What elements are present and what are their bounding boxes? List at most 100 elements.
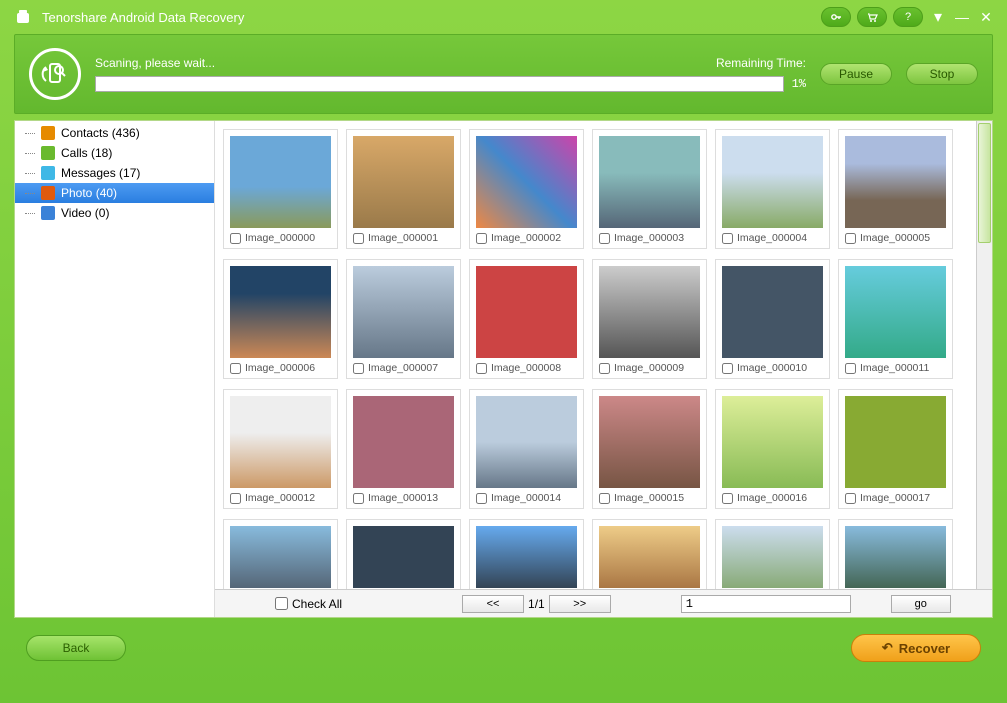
- check-all[interactable]: Check All: [275, 597, 342, 611]
- thumbnail-image: [599, 266, 700, 358]
- thumbnail[interactable]: Image_000010: [715, 259, 830, 379]
- stop-button[interactable]: Stop: [906, 63, 978, 85]
- thumbnail[interactable]: Image_000004: [715, 129, 830, 249]
- sidebar-item-calls[interactable]: Calls (18): [15, 143, 214, 163]
- thumbnail-name: Image_000008: [491, 362, 561, 374]
- help-button[interactable]: ?: [893, 7, 923, 27]
- thumbnail-name: Image_000001: [368, 232, 438, 244]
- thumbnail[interactable]: Image_000008: [469, 259, 584, 379]
- thumbnail[interactable]: Image_000009: [592, 259, 707, 379]
- thumbnail[interactable]: Image_000011: [838, 259, 953, 379]
- sidebar-item-contacts[interactable]: Contacts (436): [15, 123, 214, 143]
- thumbnail-image: [845, 136, 946, 228]
- titlebar: Tenorshare Android Data Recovery ? ▾ — ✕: [0, 0, 1007, 34]
- thumbnail[interactable]: [838, 519, 953, 589]
- check-all-label: Check All: [292, 597, 342, 611]
- thumbnail[interactable]: Image_000012: [223, 389, 338, 509]
- thumbnail-checkbox[interactable]: [722, 363, 733, 374]
- thumbnail-name: Image_000000: [245, 232, 315, 244]
- minimize-button[interactable]: —: [953, 8, 971, 26]
- thumbnail-checkbox[interactable]: [476, 233, 487, 244]
- thumbnail-name: Image_000005: [860, 232, 930, 244]
- thumbnail[interactable]: Image_000016: [715, 389, 830, 509]
- thumbnail-checkbox[interactable]: [599, 233, 610, 244]
- sidebar-item-photo[interactable]: Photo (40): [15, 183, 214, 203]
- thumbnail[interactable]: [592, 519, 707, 589]
- thumbnail-grid: Image_000000Image_000001Image_000002Imag…: [223, 129, 984, 509]
- thumbnail[interactable]: Image_000003: [592, 129, 707, 249]
- thumbnail-checkbox[interactable]: [599, 363, 610, 374]
- thumbnail-checkbox[interactable]: [722, 233, 733, 244]
- thumbnail[interactable]: Image_000006: [223, 259, 338, 379]
- thumbnail-name: Image_000013: [368, 492, 438, 504]
- sidebar: Contacts (436) Calls (18)Messages (17)Pho…: [15, 121, 215, 617]
- thumbnail[interactable]: Image_000007: [346, 259, 461, 379]
- thumbnail-checkbox[interactable]: [722, 493, 733, 504]
- thumbnail-checkbox[interactable]: [230, 233, 241, 244]
- progress-percent: 1%: [792, 77, 806, 91]
- thumbnail-image: [230, 396, 331, 488]
- thumbnail-image: [722, 396, 823, 488]
- back-button[interactable]: Back: [26, 635, 126, 661]
- thumbnail[interactable]: Image_000013: [346, 389, 461, 509]
- thumbnail-checkbox[interactable]: [353, 233, 364, 244]
- scrollbar[interactable]: [976, 121, 992, 589]
- sidebar-item-label: Contacts (436): [61, 126, 140, 140]
- thumbnail-checkbox[interactable]: [845, 233, 856, 244]
- thumbnail-checkbox[interactable]: [353, 363, 364, 374]
- thumbnail[interactable]: Image_000014: [469, 389, 584, 509]
- prev-page-button[interactable]: <<: [462, 595, 524, 613]
- thumbnail-image: [599, 526, 700, 588]
- app-title: Tenorshare Android Data Recovery: [42, 10, 821, 25]
- thumbnail[interactable]: [346, 519, 461, 589]
- go-button[interactable]: go: [891, 595, 951, 613]
- progress-bar: [95, 76, 784, 92]
- pause-button[interactable]: Pause: [820, 63, 892, 85]
- thumbnail[interactable]: Image_000017: [838, 389, 953, 509]
- thumbnail-image: [722, 136, 823, 228]
- scan-status: Scaning, please wait...: [95, 56, 215, 70]
- thumbnail-image: [722, 526, 823, 588]
- thumbnail-image: [353, 266, 454, 358]
- remaining-time-label: Remaining Time:: [716, 56, 806, 70]
- thumbnail[interactable]: [469, 519, 584, 589]
- sidebar-item-messages[interactable]: Messages (17): [15, 163, 214, 183]
- recover-button[interactable]: ↶ Recover: [851, 634, 981, 662]
- thumbnail-image: [599, 136, 700, 228]
- app-logo-icon: [12, 6, 34, 28]
- scrollbar-thumb[interactable]: [978, 123, 991, 243]
- ic-video-icon: [41, 206, 55, 220]
- dropdown-icon[interactable]: ▾: [929, 8, 947, 26]
- cart-button[interactable]: [857, 7, 887, 27]
- thumbnail[interactable]: [715, 519, 830, 589]
- footer: Back ↶ Recover: [0, 618, 1007, 678]
- thumbnail-checkbox[interactable]: [230, 363, 241, 374]
- thumbnail-checkbox[interactable]: [476, 493, 487, 504]
- thumbnail-checkbox[interactable]: [599, 493, 610, 504]
- thumbnail-checkbox[interactable]: [845, 363, 856, 374]
- thumbnail[interactable]: Image_000001: [346, 129, 461, 249]
- thumbnail-checkbox[interactable]: [230, 493, 241, 504]
- key-button[interactable]: [821, 7, 851, 27]
- thumbnail-checkbox[interactable]: [353, 493, 364, 504]
- undo-icon: ↶: [882, 640, 893, 656]
- thumbnail-checkbox[interactable]: [845, 493, 856, 504]
- thumbnail[interactable]: Image_000000: [223, 129, 338, 249]
- thumbnail[interactable]: Image_000015: [592, 389, 707, 509]
- next-page-button[interactable]: >>: [549, 595, 611, 613]
- thumbnail[interactable]: [223, 519, 338, 589]
- thumbnail-name: Image_000004: [737, 232, 807, 244]
- page-input[interactable]: [681, 595, 851, 613]
- page-indicator: 1/1: [528, 597, 545, 611]
- sidebar-item-video[interactable]: Video (0): [15, 203, 214, 223]
- thumbnail[interactable]: Image_000002: [469, 129, 584, 249]
- sidebar-item-label: Video (0): [61, 206, 109, 220]
- thumbnail-image: [845, 396, 946, 488]
- close-button[interactable]: ✕: [977, 8, 995, 26]
- thumbnail-name: Image_000006: [245, 362, 315, 374]
- thumbnail-image: [353, 526, 454, 588]
- thumbnail-checkbox[interactable]: [476, 363, 487, 374]
- thumbnail-image: [230, 136, 331, 228]
- thumbnail[interactable]: Image_000005: [838, 129, 953, 249]
- check-all-checkbox[interactable]: [275, 597, 288, 610]
